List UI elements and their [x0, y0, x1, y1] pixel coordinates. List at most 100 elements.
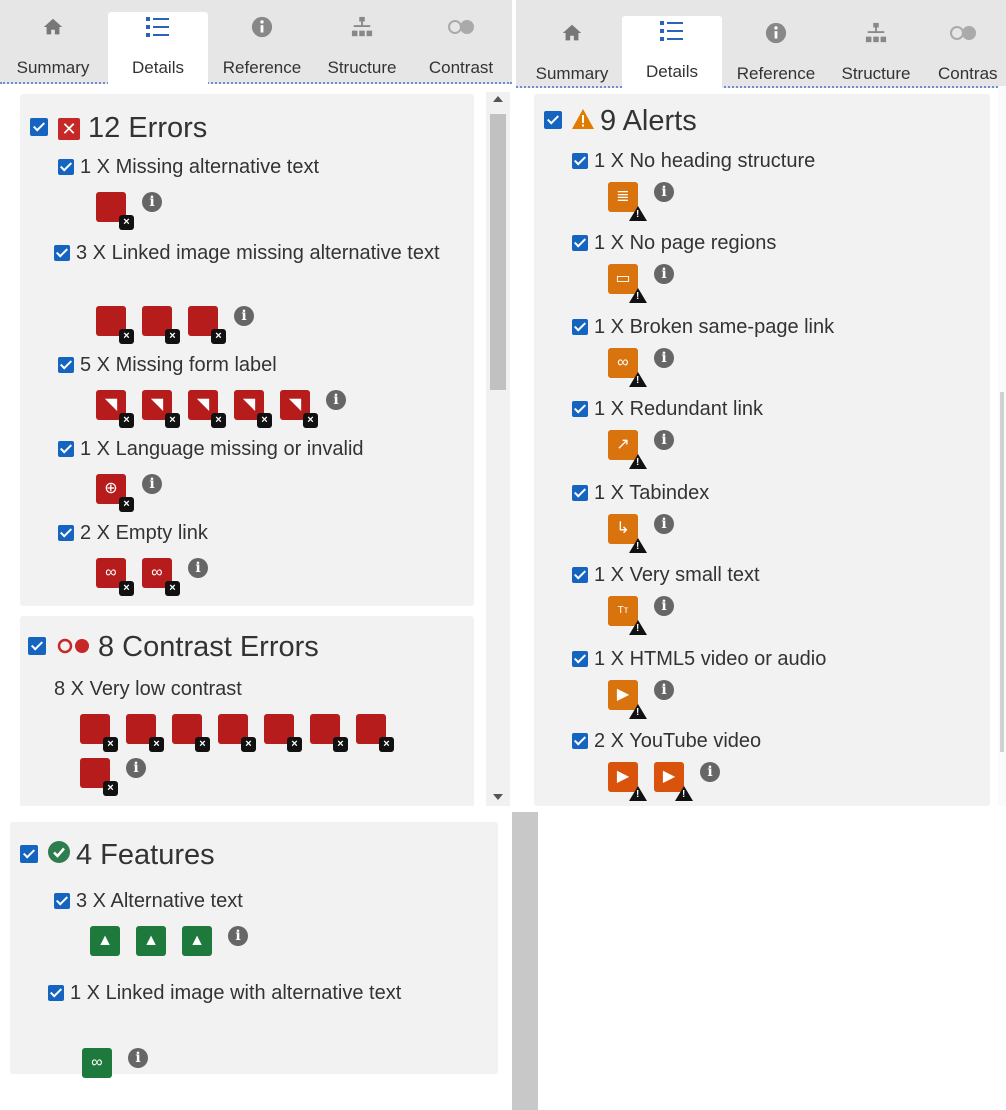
tab-details[interactable]: Details	[108, 12, 208, 84]
contrast-error-icon[interactable]: ×	[172, 714, 210, 752]
contrast-error-icon[interactable]: ×	[80, 758, 118, 796]
info-icon[interactable]: i	[188, 558, 208, 578]
small-text-icon[interactable]: Tт	[608, 596, 647, 635]
item-checkbox[interactable]	[572, 153, 588, 169]
info-icon[interactable]: i	[142, 192, 162, 212]
youtube-icon[interactable]: ▶	[654, 762, 693, 801]
contrast-error-icon[interactable]: ×	[356, 714, 394, 752]
info-icon[interactable]: i	[128, 1048, 148, 1068]
form-label-icon[interactable]: ◥ ×	[188, 390, 226, 428]
scrollbar-thumb[interactable]	[1000, 392, 1004, 752]
html5-media-icon[interactable]: ▶	[608, 680, 647, 719]
scroll-up-arrow-icon[interactable]	[493, 96, 503, 102]
form-label-icon[interactable]: ◥ ×	[142, 390, 180, 428]
scrollbar[interactable]	[486, 92, 510, 806]
tab-bar: Summary Details Reference Structure Cont…	[516, 0, 1006, 88]
info-icon[interactable]: i	[126, 758, 146, 778]
youtube-icon[interactable]: ▶	[608, 762, 647, 801]
list-item: 5 X Missing form label	[58, 350, 468, 380]
info-icon[interactable]: i	[654, 680, 674, 700]
scrollbar-thumb[interactable]	[490, 114, 506, 390]
form-label-icon[interactable]: ◥ ×	[96, 390, 134, 428]
info-icon[interactable]: i	[326, 390, 346, 410]
info-icon[interactable]: i	[654, 348, 674, 368]
alerts-checkbox[interactable]	[544, 111, 562, 129]
linked-image-icon[interactable]: ×	[188, 306, 226, 344]
features-checkbox[interactable]	[20, 845, 38, 863]
item-checkbox[interactable]	[58, 357, 74, 373]
info-icon[interactable]: i	[228, 926, 248, 946]
tab-structure[interactable]: Structure	[828, 0, 924, 83]
info-icon	[726, 22, 826, 64]
tab-contrast[interactable]: Contrast	[412, 0, 510, 82]
item-checkbox[interactable]	[54, 245, 70, 261]
item-checkbox[interactable]	[572, 485, 588, 501]
page-regions-icon[interactable]: ▭	[608, 264, 647, 303]
icon-row: ∞i	[82, 1048, 148, 1084]
empty-link-icon[interactable]: ∞ ×	[142, 558, 180, 596]
alerts-heading[interactable]: 9 Alerts	[544, 104, 697, 138]
item-checkbox[interactable]	[572, 235, 588, 251]
info-icon[interactable]: i	[700, 762, 720, 782]
info-icon[interactable]: i	[654, 264, 674, 284]
contrast-error-icon[interactable]: ×	[310, 714, 348, 752]
language-icon[interactable]: ⊕ ×	[96, 474, 134, 512]
item-checkbox[interactable]	[572, 567, 588, 583]
info-icon[interactable]: i	[234, 306, 254, 326]
info-icon[interactable]: i	[654, 596, 674, 616]
linked-image-icon[interactable]: ×	[142, 306, 180, 344]
info-icon[interactable]: i	[654, 514, 674, 534]
item-checkbox[interactable]	[48, 985, 64, 1001]
item-checkbox[interactable]	[572, 733, 588, 749]
contrast-checkbox[interactable]	[28, 637, 46, 655]
item-checkbox[interactable]	[572, 319, 588, 335]
linked-image-alt-icon[interactable]: ∞	[82, 1048, 112, 1078]
alt-text-icon[interactable]: ▲	[136, 926, 166, 956]
empty-link-icon[interactable]: ∞ ×	[96, 558, 134, 596]
item-checkbox[interactable]	[54, 893, 70, 909]
info-icon	[212, 16, 312, 58]
tab-structure[interactable]: Structure	[314, 0, 410, 82]
contrast-error-icon[interactable]: ×	[218, 714, 256, 752]
broken-link-icon[interactable]: ∞	[608, 348, 647, 387]
errors-heading[interactable]: ✕ 12 Errors	[30, 112, 207, 145]
linked-image-icon[interactable]: ×	[96, 306, 134, 344]
icon-row: ∞ × ∞ × i	[96, 558, 208, 596]
item-checkbox[interactable]	[572, 401, 588, 417]
tabindex-icon[interactable]: ↳	[608, 514, 647, 553]
tab-details[interactable]: Details	[622, 16, 722, 88]
redundant-link-icon[interactable]: ↗	[608, 430, 647, 469]
alt-text-icon[interactable]: ▲	[90, 926, 120, 956]
item-checkbox[interactable]	[572, 651, 588, 667]
form-label-icon[interactable]: ◥ ×	[280, 390, 318, 428]
missing-alt-icon[interactable]: ×	[96, 192, 134, 230]
info-icon[interactable]: i	[654, 182, 674, 202]
info-icon[interactable]: i	[142, 474, 162, 494]
tab-reference[interactable]: Reference	[212, 0, 312, 82]
list-item: 1 X Missing alternative text	[58, 152, 468, 182]
item-checkbox[interactable]	[58, 159, 74, 175]
tab-contrast[interactable]: Contras	[928, 0, 1006, 82]
tab-summary[interactable]: Summary	[0, 0, 106, 82]
list-icon	[108, 16, 208, 58]
contrast-error-icon[interactable]: ×	[126, 714, 164, 752]
tab-summary[interactable]: Summary	[522, 0, 622, 83]
contrast-error-icon[interactable]: ×	[264, 714, 302, 752]
errors-checkbox[interactable]	[30, 118, 48, 136]
features-heading[interactable]: 4 Features	[20, 838, 215, 872]
alt-text-icon[interactable]: ▲	[182, 926, 212, 956]
scrollbar[interactable]	[998, 86, 1006, 806]
contrast-card: 8 Contrast Errors 8 X Very low contrast …	[20, 616, 474, 806]
icon-row: Tтi	[608, 596, 674, 635]
form-label-icon[interactable]: ◥ ×	[234, 390, 272, 428]
item-checkbox[interactable]	[58, 441, 74, 457]
info-icon[interactable]: i	[654, 430, 674, 450]
contrast-error-icon[interactable]: ×	[80, 714, 118, 752]
item-checkbox[interactable]	[58, 525, 74, 541]
heading-structure-icon[interactable]: ≣	[608, 182, 647, 221]
contrast-heading[interactable]: 8 Contrast Errors	[28, 630, 319, 664]
scrollbar[interactable]	[512, 812, 538, 1110]
scroll-down-arrow-icon[interactable]	[493, 794, 503, 800]
tab-reference[interactable]: Reference	[726, 0, 826, 83]
contrast-dots-icon	[56, 630, 92, 663]
